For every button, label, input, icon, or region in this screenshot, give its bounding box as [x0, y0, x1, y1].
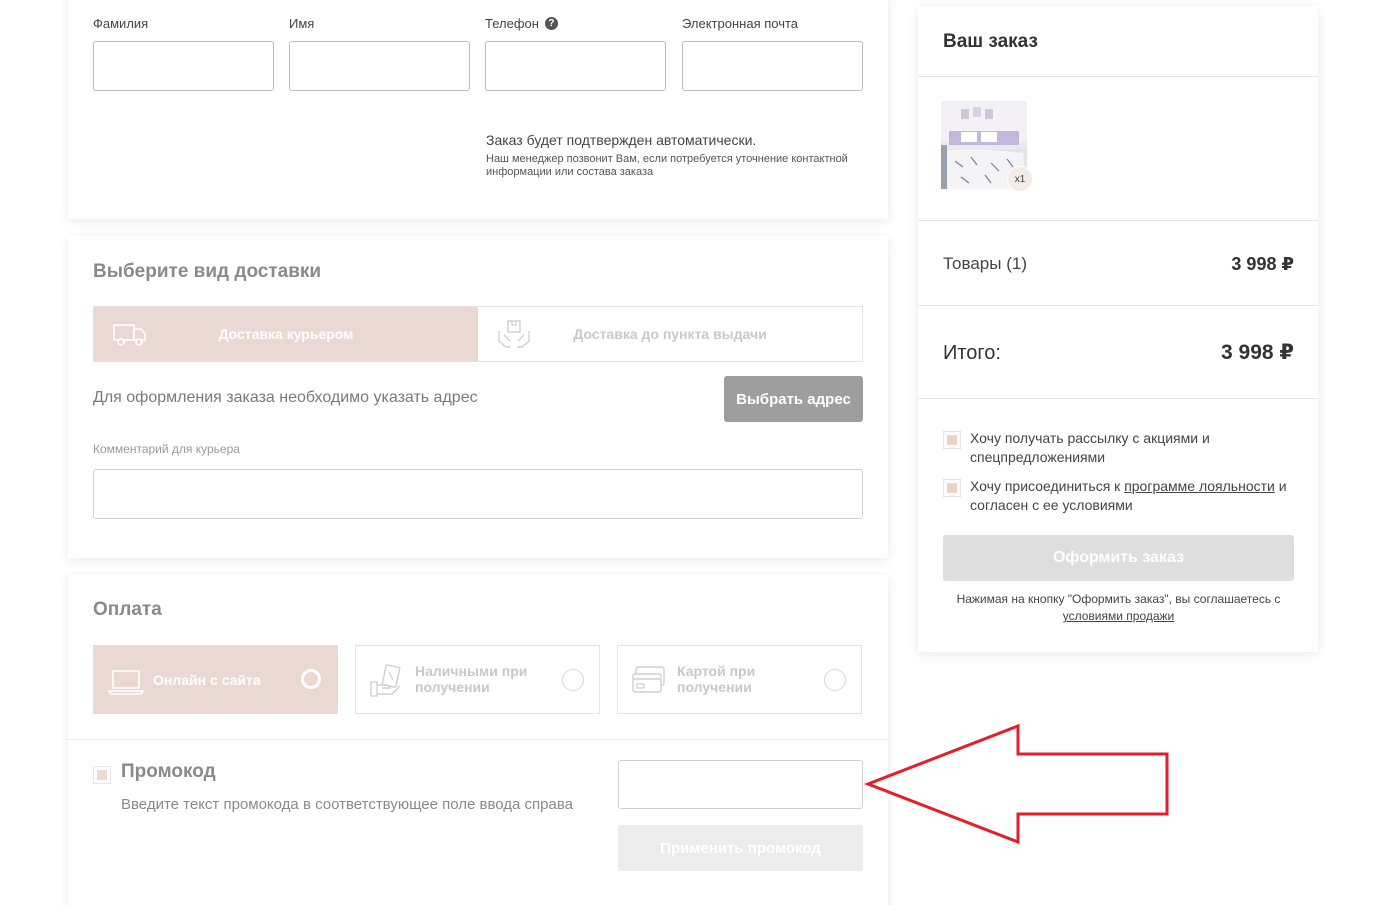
payment-card: Оплата Онлайн с сайта Наличными при полу… — [68, 575, 888, 905]
choose-address-button[interactable]: Выбрать адрес — [724, 376, 863, 422]
first-name-input[interactable] — [289, 41, 470, 91]
order-title: Ваш заказ — [943, 31, 1038, 52]
newsletter-checkbox[interactable] — [943, 431, 961, 449]
sale-terms-link[interactable]: условиями продажи — [1063, 609, 1175, 623]
truck-icon — [113, 324, 146, 346]
payment-title: Оплата — [93, 599, 162, 620]
first-name-label: Имя — [289, 15, 315, 31]
loyalty-checkbox[interactable] — [943, 479, 961, 497]
total-label: Итого: — [943, 342, 1001, 364]
email-label: Электронная почта — [682, 15, 799, 31]
payment-cash-option[interactable]: Наличными при получении — [355, 645, 600, 714]
total-price: 3 998 ₽ — [1221, 341, 1294, 364]
promo-code-input[interactable] — [618, 760, 863, 809]
contact-card: Фамилия Имя Телефон ? Электронная почта … — [68, 0, 888, 219]
delivery-title: Выберите вид доставки — [93, 261, 322, 282]
payment-online-label: Онлайн с сайта — [153, 672, 261, 688]
order-divider — [918, 76, 1318, 77]
laptop-icon — [108, 670, 144, 695]
phone-input[interactable] — [485, 41, 666, 91]
last-name-field: Фамилия — [93, 13, 274, 91]
email-input[interactable] — [682, 41, 863, 91]
goods-count-label: Товары (1) — [943, 254, 1027, 273]
payment-card-radio[interactable] — [824, 669, 846, 691]
apply-promo-button[interactable]: Применить промокод — [618, 825, 863, 871]
confirm-title: Заказ будет подтвержден автоматически. — [486, 132, 757, 148]
payment-cash-label: Наличными при получении — [415, 663, 528, 695]
last-name-label: Фамилия — [93, 15, 149, 31]
phone-label: Телефон ? — [485, 13, 666, 33]
address-required-text: Для оформления заказа необходимо указать… — [93, 389, 478, 406]
confirm-text: Наш менеджер позвонит Вам, если потребуе… — [486, 153, 848, 178]
tab-courier-label: Доставка курьером — [218, 326, 354, 342]
promo-checkbox[interactable] — [93, 766, 111, 784]
order-summary-card: Ваш заказ x1 Товары (1) 3 998 ₽ Итого: 3… — [918, 6, 1318, 652]
email-field: Электронная почта — [682, 13, 863, 91]
package-hands-icon — [498, 320, 530, 348]
place-order-button[interactable]: Оформить заказ — [943, 535, 1294, 581]
terms-text-prefix: Нажимая на кнопку "Оформить заказ", вы с… — [956, 592, 1281, 606]
help-icon[interactable]: ? — [544, 16, 558, 30]
phone-field: Телефон ? — [485, 13, 666, 91]
courier-comment-label: Комментарий для курьера — [93, 442, 240, 456]
newsletter-text: Хочу получать рассылку с акциями и спецп… — [970, 430, 1210, 465]
loyalty-option[interactable]: Хочу присоединиться к программе лояльнос… — [943, 477, 1298, 515]
last-name-input[interactable] — [93, 41, 274, 91]
red-arrow-annotation — [863, 723, 1169, 845]
payment-card-option[interactable]: Картой при получении — [617, 645, 862, 714]
tab-pickup-label: Доставка до пункта выдачи — [573, 326, 767, 342]
terms-text: Нажимая на кнопку "Оформить заказ", вы с… — [943, 591, 1294, 625]
newsletter-option[interactable]: Хочу получать рассылку с акциями и спецп… — [943, 429, 1298, 467]
payment-divider — [68, 739, 888, 740]
courier-comment-input[interactable] — [93, 469, 863, 519]
quantity-badge: x1 — [1007, 166, 1033, 192]
delivery-tabs: Доставка курьером Доставка до пункта выд… — [93, 306, 863, 362]
promo-title: Промокод — [121, 761, 216, 782]
credit-card-icon — [632, 666, 665, 693]
order-divider — [918, 398, 1318, 399]
loyalty-program-link[interactable]: программе лояльности — [1124, 478, 1275, 494]
delivery-card: Выберите вид доставки Доставка курьером … — [68, 236, 888, 558]
payment-card-label: Картой при получении — [677, 663, 756, 695]
payment-online-radio[interactable] — [301, 669, 321, 689]
tab-pickup-point[interactable]: Доставка до пункта выдачи — [478, 307, 862, 361]
promo-hint-text: Введите текст промокода в соответствующе… — [121, 796, 573, 813]
cash-hand-icon — [370, 664, 401, 697]
order-divider — [918, 305, 1318, 306]
loyalty-text-prefix: Хочу присоединиться к — [970, 478, 1125, 494]
payment-online-option[interactable]: Онлайн с сайта — [93, 645, 338, 714]
payment-cash-radio[interactable] — [562, 669, 584, 691]
order-divider — [918, 220, 1318, 221]
goods-price: 3 998 ₽ — [1231, 254, 1294, 274]
first-name-field: Имя — [289, 13, 470, 91]
tab-courier-delivery[interactable]: Доставка курьером — [94, 307, 478, 361]
